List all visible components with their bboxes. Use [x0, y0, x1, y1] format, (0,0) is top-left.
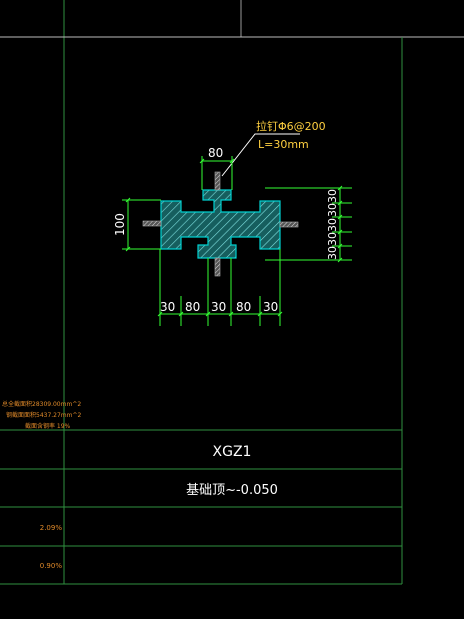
- dimension-bottom-label-1[interactable]: 30: [160, 300, 175, 314]
- dimension-right-label-4[interactable]: 30: [326, 232, 339, 246]
- dimension-right-label-5[interactable]: 30: [326, 246, 339, 260]
- dimension-bottom-label-3[interactable]: 30: [211, 300, 226, 314]
- table-ratio-2[interactable]: 0.90%: [40, 562, 63, 570]
- note-steel-ratio[interactable]: 截面含钢率 19%: [25, 422, 71, 430]
- dimension-bottom-label-4[interactable]: 80: [236, 300, 251, 314]
- stud-bottom: [214, 257, 221, 277]
- dimension-right-label-1[interactable]: 30: [326, 189, 339, 203]
- callout-rebar-label[interactable]: 拉钉Φ6@200: [256, 119, 326, 133]
- table-column-name[interactable]: XGZ1: [213, 444, 252, 460]
- note-total-area[interactable]: 总全截面积28309.00mm^2: [2, 400, 81, 408]
- steel-cross-section: [160, 189, 281, 259]
- dimension-bottom-label-5[interactable]: 30: [263, 300, 278, 314]
- dimension-top-label[interactable]: 80: [208, 146, 223, 160]
- table-ratio-1[interactable]: 2.09%: [40, 524, 63, 532]
- stud-top: [214, 171, 221, 191]
- dimension-right-label-3[interactable]: 30: [326, 218, 339, 232]
- dimension-left-label[interactable]: 100: [113, 213, 127, 236]
- callout-length-label[interactable]: L=30mm: [258, 138, 309, 151]
- stud-right: [279, 221, 299, 228]
- stud-left: [142, 220, 162, 227]
- note-steel-area[interactable]: 钢截面面积5437.27mm^2: [6, 411, 82, 419]
- table-elevation[interactable]: 基础顶~-0.050: [186, 483, 278, 498]
- dimension-bottom-label-2[interactable]: 80: [185, 300, 200, 314]
- dimension-right-label-2[interactable]: 30: [326, 203, 339, 217]
- cad-drawing-canvas[interactable]: 拉钉Φ6@200 L=30mm 80 100 30 80 30 80 30 30…: [0, 0, 464, 619]
